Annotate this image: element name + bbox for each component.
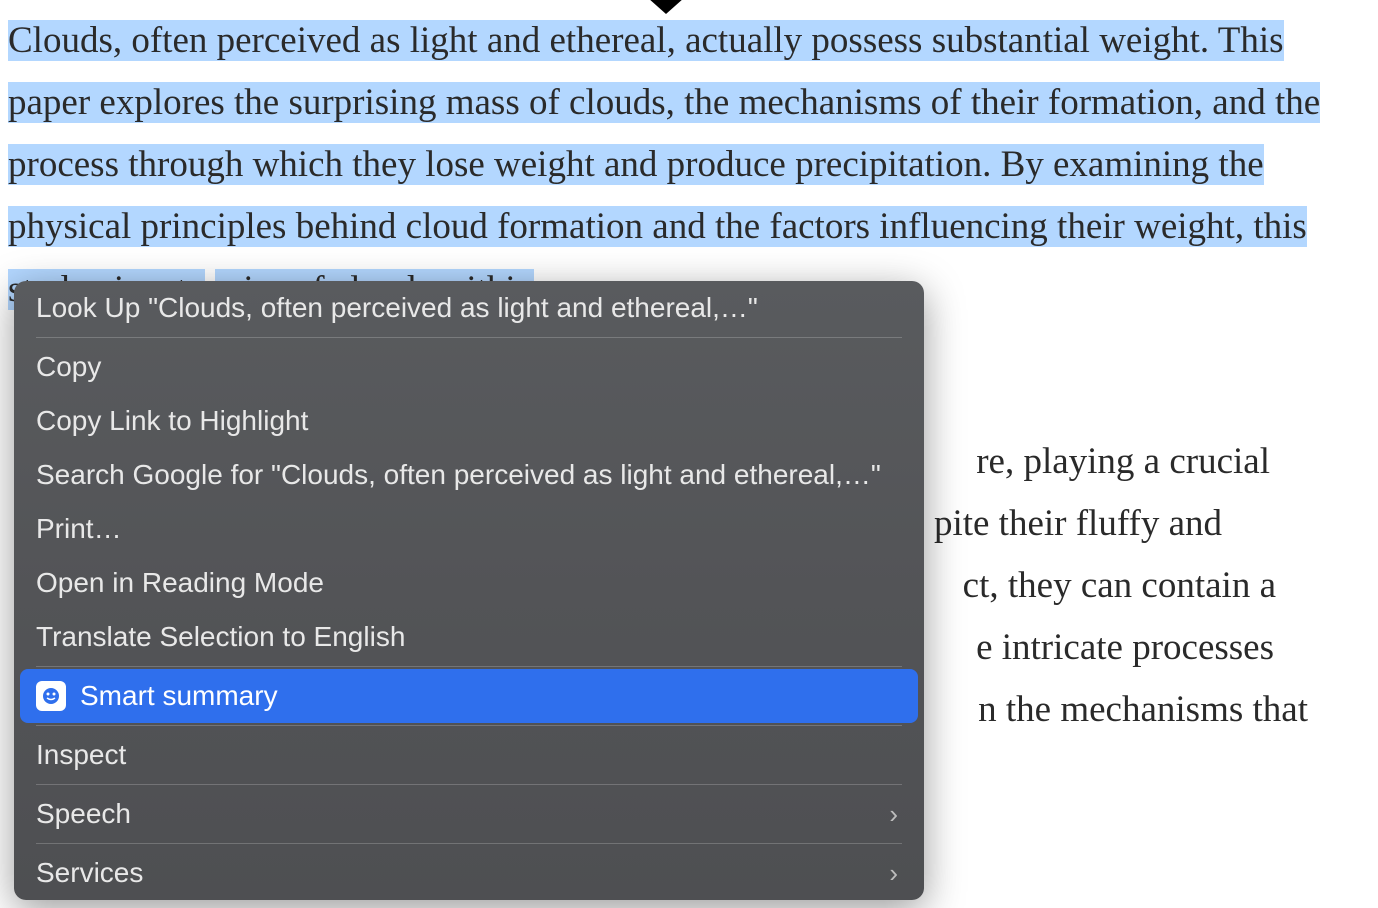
menu-item-inspect[interactable]: Inspect [14,728,924,782]
document-body: Clouds, often perceived as light and eth… [0,0,1378,321]
menu-item-label: Search Google for "Clouds, often perceiv… [36,459,881,491]
menu-item-label: Services [36,857,143,889]
menu-item-label: Smart summary [80,680,278,712]
menu-divider [36,666,902,667]
menu-item-label: Copy Link to Highlight [36,405,308,437]
chevron-right-icon: › [889,799,898,830]
menu-item-print[interactable]: Print… [14,502,924,556]
menu-item-look-up[interactable]: Look Up "Clouds, often perceived as ligh… [14,281,924,335]
menu-item-label: Open in Reading Mode [36,567,324,599]
menu-item-reading-mode[interactable]: Open in Reading Mode [14,556,924,610]
selected-text[interactable]: Clouds, often perceived as light and eth… [8,20,1320,310]
menu-item-label: Copy [36,351,101,383]
menu-item-translate[interactable]: Translate Selection to English [14,610,924,664]
menu-item-label: Speech [36,798,131,830]
menu-divider [36,725,902,726]
menu-item-label: Look Up "Clouds, often perceived as ligh… [36,292,758,324]
menu-item-label: Print… [36,513,122,545]
context-menu: Look Up "Clouds, often perceived as ligh… [14,281,924,900]
menu-item-smart-summary[interactable]: Smart summary [20,669,918,723]
smart-summary-icon [36,681,66,711]
menu-item-label: Translate Selection to English [36,621,405,653]
menu-item-copy[interactable]: Copy [14,340,924,394]
menu-divider [36,784,902,785]
menu-item-label: Inspect [36,739,126,771]
chevron-right-icon: › [889,858,898,889]
menu-divider [36,843,902,844]
selection-pointer-icon [648,0,684,14]
menu-divider [36,337,902,338]
menu-item-copy-link[interactable]: Copy Link to Highlight [14,394,924,448]
menu-item-search-google[interactable]: Search Google for "Clouds, often perceiv… [14,448,924,502]
menu-item-services[interactable]: Services › [14,846,924,900]
menu-item-speech[interactable]: Speech › [14,787,924,841]
